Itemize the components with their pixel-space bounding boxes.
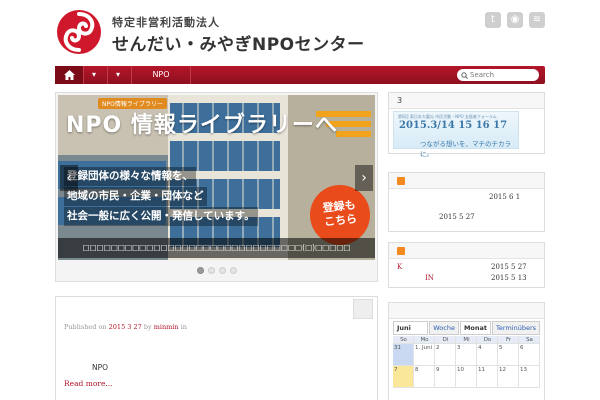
- widget-header: [389, 243, 544, 259]
- search-icon: [461, 71, 468, 79]
- calendar-day[interactable]: 6: [519, 344, 540, 366]
- slide-text: 登録団体の様々な情報を、 地域の市民・企業・団体など 社会一般に広く公開・発信し…: [64, 167, 258, 227]
- slider-dot[interactable]: [229, 267, 237, 274]
- post-excerpt: NPO: [92, 363, 109, 372]
- widget-title: 3: [389, 93, 544, 109]
- feed-item-date: 2015 5 13: [491, 274, 527, 282]
- calendar-day[interactable]: 31: [393, 344, 414, 366]
- calendar-day[interactable]: 4: [477, 344, 498, 366]
- calendar-day[interactable]: 12: [498, 366, 519, 388]
- post-meta-by: by: [143, 323, 152, 331]
- day-name: Mi: [456, 336, 477, 344]
- feed-item-label[interactable]: IN: [425, 274, 434, 282]
- widget-header: [389, 303, 544, 319]
- calendar-week: 7 8 9 10 11 12 13: [393, 366, 541, 388]
- event-widget: 3 第6回 東日本大震災 市民活動・NPO 支援者フォーラム 2015.3/14…: [388, 92, 545, 158]
- widget-header: [389, 173, 544, 189]
- calendar-day[interactable]: 3: [456, 344, 477, 366]
- calendar-day[interactable]: 13: [519, 366, 540, 388]
- search-input[interactable]: [470, 71, 536, 79]
- site-title[interactable]: せんだい・みやぎNPOセンター: [112, 30, 365, 55]
- day-name: Sa: [519, 336, 540, 344]
- search-box: [457, 69, 539, 81]
- feed-widget: K 2015 5 27 IN 2015 5 13: [388, 242, 545, 288]
- org-logo-icon[interactable]: [55, 8, 103, 56]
- social-links: t ◉ ≋: [485, 12, 545, 28]
- event-banner[interactable]: 第6回 東日本大震災 市民活動・NPO 支援者フォーラム 2015.3/14 1…: [393, 111, 519, 158]
- post-date[interactable]: 2015 3 27: [109, 323, 142, 331]
- rss-icon[interactable]: [397, 176, 405, 185]
- calendar-day[interactable]: 8: [414, 366, 435, 388]
- rss-icon[interactable]: [397, 246, 405, 255]
- news-date[interactable]: 2015 6 1: [489, 193, 520, 201]
- post-author[interactable]: minmin: [154, 323, 179, 331]
- tab-agenda[interactable]: Terminübers: [492, 321, 540, 335]
- main-nav: ▾ ▾ NPO: [55, 66, 545, 84]
- news-widget: 2015 6 1 2015 5 27: [388, 172, 545, 232]
- next-slide-button[interactable]: ›: [355, 165, 373, 191]
- banner-dates: 2015.3/14 15 16 17: [399, 120, 508, 131]
- calendar-tabs: Juni 2015 Woche Monat Terminübers: [393, 321, 541, 344]
- day-name: Fr: [498, 336, 519, 344]
- banner-tagline: つながる想いを、マチのチカラに。: [420, 140, 511, 158]
- twitter-icon[interactable]: t: [485, 12, 501, 28]
- nav-dropdown-1[interactable]: ▾: [83, 66, 107, 84]
- day-name: Mo: [414, 336, 435, 344]
- slider-pagination: [56, 267, 377, 274]
- org-subtitle: 特定非営利活動法人: [112, 16, 220, 29]
- calendar-month-label[interactable]: Juni 2015: [393, 321, 429, 344]
- calendar-day-header: So Mo Di Mi Do Fr Sa: [393, 336, 541, 344]
- calendar-day[interactable]: 11: [477, 366, 498, 388]
- bubble-line: こちら: [323, 212, 358, 229]
- calendar-day[interactable]: 9: [435, 366, 456, 388]
- day-name: Do: [477, 336, 498, 344]
- slide-caption: □□□□□□□□□□□□□□□□□□□□□□□□□□□□□□□(□)□□□□□: [58, 238, 375, 258]
- prev-slide-button[interactable]: ‹: [60, 165, 78, 191]
- post-format-icon: [353, 299, 373, 319]
- calendar-day[interactable]: 5: [498, 344, 519, 366]
- image-slider: NPO情報ライブラリー NPO 情報ライブラリーへ 登録団体の様々な情報を、 地…: [55, 92, 378, 282]
- slider-dot[interactable]: [207, 267, 215, 274]
- calendar-widget: Juni 2015 Woche Monat Terminübers So Mo …: [388, 302, 545, 400]
- calendar-day[interactable]: 10: [456, 366, 477, 388]
- day-name: So: [393, 336, 414, 344]
- calendar-week: 31 1. Juni 2 3 4 5 6: [393, 344, 541, 366]
- post-meta: Published on 2015 3 27 by minmin in: [64, 323, 187, 331]
- slide-line: 社会一般に広く公開・発信しています。: [64, 207, 258, 226]
- day-name: Di: [435, 336, 456, 344]
- nav-item-npo[interactable]: NPO: [131, 66, 191, 84]
- post-meta-in: in: [180, 323, 187, 331]
- slide-line: 地域の市民・企業・団体など: [64, 187, 207, 206]
- map-pin-icon[interactable]: ◉: [507, 12, 523, 28]
- slider-dot[interactable]: [196, 267, 204, 274]
- nav-dropdown-2[interactable]: ▾: [107, 66, 131, 84]
- post-meta-label: Published on: [64, 323, 107, 331]
- feed-item-date: 2015 5 27: [491, 263, 527, 271]
- slider-dot[interactable]: [218, 267, 226, 274]
- read-more-link[interactable]: Read more...: [64, 379, 113, 388]
- tab-week[interactable]: Woche: [429, 321, 459, 335]
- home-icon: [63, 70, 75, 80]
- slide-image[interactable]: NPO情報ライブラリー NPO 情報ライブラリーへ 登録団体の様々な情報を、 地…: [58, 95, 375, 260]
- tab-month[interactable]: Monat: [459, 321, 492, 335]
- slide-title: NPO 情報ライブラリーへ: [66, 113, 338, 138]
- rss-icon[interactable]: ≋: [529, 12, 545, 28]
- calendar-grid: So Mo Di Mi Do Fr Sa 31 1. Juni 2 3 4 5 …: [393, 336, 541, 388]
- calendar-day[interactable]: 1. Juni: [414, 344, 435, 366]
- slide-line: 登録団体の様々な情報を、: [64, 167, 196, 186]
- calendar-day[interactable]: 7: [393, 366, 414, 388]
- home-button[interactable]: [55, 66, 83, 84]
- news-date[interactable]: 2015 5 27: [439, 213, 475, 221]
- calendar-day[interactable]: 2: [435, 344, 456, 366]
- post-card: Published on 2015 3 27 by minmin in NPO …: [55, 296, 378, 400]
- feed-item-label[interactable]: K: [397, 263, 402, 271]
